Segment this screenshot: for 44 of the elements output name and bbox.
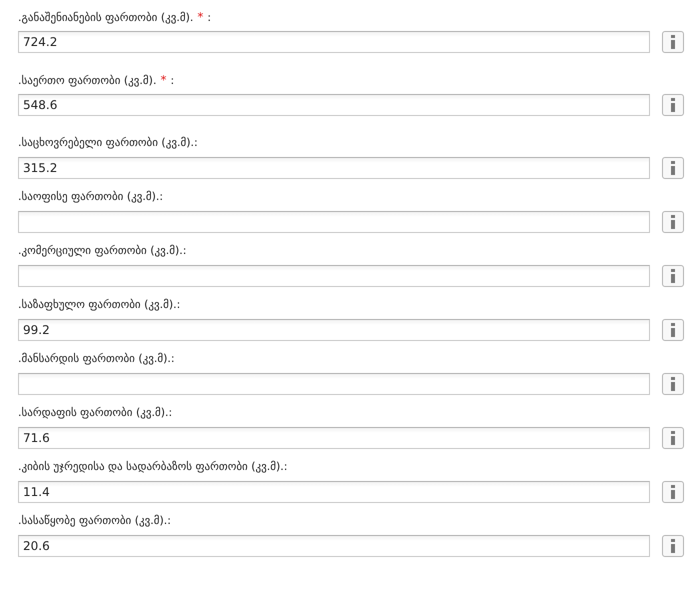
info-button[interactable] [662, 427, 684, 449]
field-label: .კიბის უჯრედისა და სადარბაზოს ფართობი (კვ.მ).: [18, 460, 288, 473]
field-label: .საერთო ფართობი (კვ.მ). [18, 74, 156, 87]
input-field[interactable]: 724.2 [18, 31, 650, 53]
field-label: .საოფისე ფართობი (კვ.მ).: [18, 190, 164, 203]
input-field[interactable]: 315.2 [18, 157, 650, 179]
info-button[interactable] [662, 31, 684, 53]
input-field[interactable]: 20.6 [18, 535, 650, 557]
info-button[interactable] [662, 319, 684, 341]
input-field[interactable] [18, 211, 650, 233]
input-field[interactable]: 71.6 [18, 427, 650, 449]
input-field[interactable] [18, 265, 650, 287]
required-mark: * [160, 73, 166, 87]
info-button[interactable] [662, 157, 684, 179]
field-label: .მანსარდის ფართობი (კვ.მ).: [18, 352, 175, 365]
field-label: .კომერციული ფართობი (კვ.მ).: [18, 244, 187, 257]
info-button[interactable] [662, 481, 684, 503]
input-field[interactable]: 99.2 [18, 319, 650, 341]
field-label: .სასაწყობე ფართობი (კვ.მ).: [18, 514, 172, 527]
input-field[interactable]: 548.6 [18, 94, 650, 116]
info-icon [670, 539, 676, 553]
info-icon [670, 161, 676, 175]
info-icon [670, 269, 676, 283]
input-field[interactable]: 11.4 [18, 481, 650, 503]
info-button[interactable] [662, 211, 684, 233]
info-button[interactable] [662, 94, 684, 116]
field-label: .სარდაფის ფართობი (კვ.მ).: [18, 406, 172, 419]
info-button[interactable] [662, 265, 684, 287]
label-colon: : [170, 74, 174, 87]
info-icon [670, 98, 676, 112]
field-label: .საცხოვრებელი ფართობი (კვ.მ).: [18, 136, 198, 149]
info-icon [670, 323, 676, 337]
info-icon [670, 485, 676, 499]
field-label: .განაშენიანების ფართობი (კვ.მ). [18, 11, 194, 24]
info-icon [670, 35, 676, 49]
info-icon [670, 377, 676, 391]
info-icon [670, 431, 676, 445]
info-button[interactable] [662, 535, 684, 557]
required-mark: * [197, 10, 204, 24]
info-button[interactable] [662, 373, 684, 395]
field-label: .საზაფხულო ფართობი (კვ.მ).: [18, 298, 180, 311]
label-colon: : [207, 11, 212, 24]
input-field[interactable] [18, 373, 650, 395]
info-icon [670, 215, 676, 229]
